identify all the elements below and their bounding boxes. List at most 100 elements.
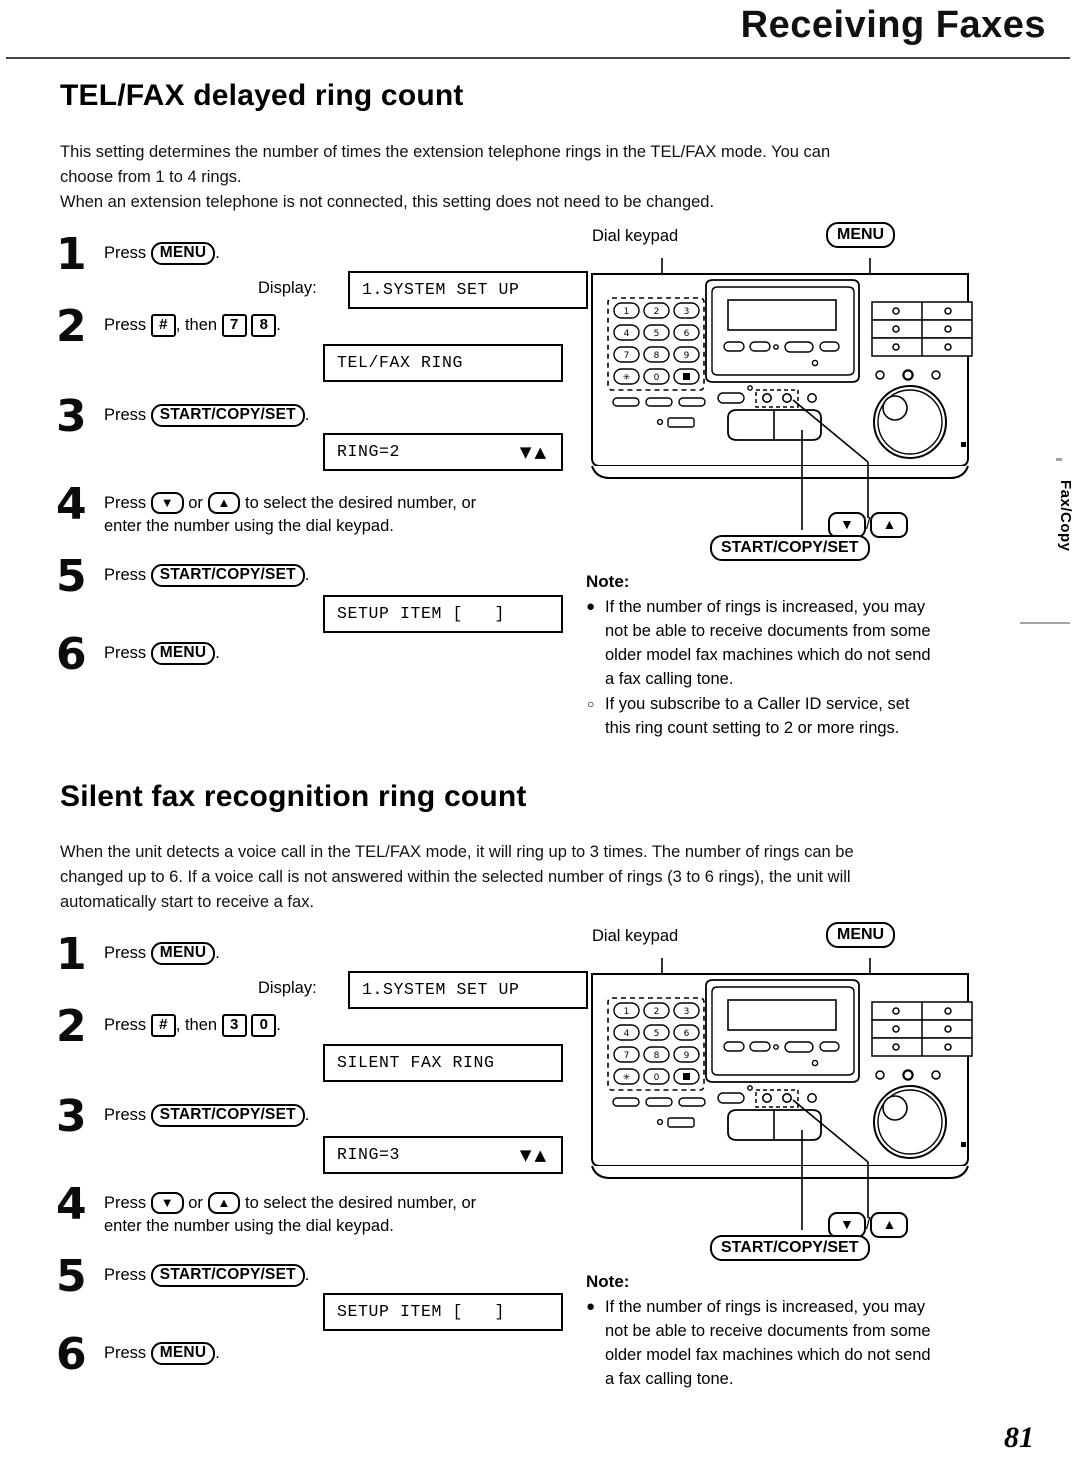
- down-arrow-key[interactable]: ▼: [150, 1192, 184, 1214]
- lcd-display-system-setup-2: 1.SYSTEM SET UP: [348, 971, 588, 1009]
- up-arrow-key[interactable]: ▲: [207, 1192, 241, 1214]
- period: .: [215, 1344, 220, 1362]
- period: .: [276, 1016, 281, 1034]
- start-copy-set-key[interactable]: START/COPY/SET: [150, 404, 305, 427]
- menu-callout: MENU: [826, 222, 896, 248]
- menu-key[interactable]: MENU: [150, 942, 216, 965]
- menu-callout-label: MENU: [826, 222, 896, 248]
- menu-key[interactable]: MENU: [150, 242, 216, 265]
- intro-line: This setting determines the number of ti…: [60, 143, 831, 161]
- then-word: , then: [175, 316, 218, 334]
- intro-line: changed up to 6. If a voice call is not …: [60, 868, 851, 886]
- step-6: 6 Press MENU.: [56, 633, 556, 686]
- menu-key[interactable]: MENU: [150, 642, 216, 665]
- jog-dial: [873, 385, 947, 459]
- svg-text:✳: ✳: [623, 1073, 631, 1083]
- start-copy-set-callout-label: START/COPY/SET: [710, 1235, 870, 1261]
- step-number: 2: [56, 1001, 87, 1052]
- press-word: Press: [104, 1266, 147, 1284]
- lcd-display-setup-item-2: SETUP ITEM [ ]: [323, 1293, 563, 1331]
- press-word: Press: [104, 1016, 147, 1034]
- indicator-led: [811, 359, 819, 367]
- note-line: not be able to receive documents from so…: [605, 1322, 931, 1340]
- unit-front-lip: [591, 1165, 969, 1179]
- start-copy-set-key[interactable]: START/COPY/SET: [150, 1264, 305, 1287]
- start-copy-set-key[interactable]: START/COPY/SET: [150, 1104, 305, 1127]
- period: .: [215, 244, 220, 262]
- menu-callout: MENU: [826, 922, 896, 948]
- section-intro-1: This setting determines the number of ti…: [60, 140, 830, 215]
- small-marker: [961, 442, 966, 447]
- lcd-display-ring-value-1: ▼▲ RING=2: [323, 433, 563, 471]
- digit-key-8[interactable]: 8: [251, 314, 277, 337]
- start-copy-set-callout: START/COPY/SET: [710, 1235, 870, 1261]
- step-number: 3: [56, 391, 87, 442]
- lcd-display-ring-value-2: ▼▲ RING=3: [323, 1136, 563, 1174]
- lcd-screen: [727, 299, 837, 331]
- step-4: 4 Press ▼ or ▲ to select the desired num…: [56, 1183, 556, 1262]
- up-arrow-button: [782, 393, 793, 404]
- hash-key[interactable]: #: [150, 314, 176, 337]
- down-arrow-key[interactable]: ▼: [150, 492, 184, 514]
- dial-keypad-callout: Dial keypad: [592, 227, 679, 245]
- period: .: [276, 316, 281, 334]
- press-word: Press: [104, 1194, 147, 1212]
- step-number: 4: [56, 479, 87, 530]
- lcd-display-setup-item-1: SETUP ITEM [ ]: [323, 595, 563, 633]
- lcd-arrow-indicators: ▼▲: [519, 1146, 549, 1164]
- one-touch-key-bank: [871, 301, 973, 357]
- lcd-display-telfax-ring: TEL/FAX RING: [323, 344, 563, 382]
- press-word: Press: [104, 1344, 147, 1362]
- lcd-display-system-setup-1: 1.SYSTEM SET UP: [348, 271, 588, 309]
- bullet-filled-icon: ●: [586, 1298, 596, 1315]
- note-item: ● If the number of rings is increased, y…: [586, 595, 986, 691]
- note-title: Note:: [586, 1272, 630, 1291]
- note-line: this ring count setting to 2 or more rin…: [605, 719, 900, 737]
- intro-line: automatically start to receive a fax.: [60, 893, 315, 911]
- period: .: [304, 1106, 310, 1124]
- svg-text:2: 2: [654, 307, 660, 317]
- small-marker: [961, 1142, 966, 1147]
- press-word: Press: [104, 316, 147, 334]
- press-word: Press: [104, 494, 147, 512]
- menu-key[interactable]: MENU: [150, 1342, 216, 1365]
- lcd-screen: [727, 999, 837, 1031]
- lcd-arrow-indicators: ▼▲: [519, 443, 549, 461]
- bullet-hollow-icon: ○: [587, 697, 595, 711]
- step-number: 3: [56, 1091, 87, 1142]
- step-text: Press START/COPY/SET.: [104, 562, 556, 587]
- fax-machine-diagram-2: 123 456 789 ✳ 0 Dial keypad MENU ▼ / ▲ S…: [580, 922, 980, 1261]
- step-text-tail: to select the desired number, or: [244, 494, 477, 512]
- or-word: or: [188, 1194, 203, 1212]
- page-number: 81: [1004, 1421, 1034, 1454]
- step-number: 5: [56, 551, 87, 602]
- svg-text:1: 1: [624, 307, 630, 317]
- press-word: Press: [104, 566, 147, 584]
- svg-text:4: 4: [624, 1029, 630, 1039]
- step-text: Press START/COPY/SET.: [104, 402, 556, 427]
- step-text: Press MENU.: [104, 1340, 556, 1365]
- scan-artifact: [1020, 622, 1070, 624]
- up-arrow-key[interactable]: ▲: [207, 492, 241, 514]
- step-number: 6: [56, 1329, 87, 1380]
- hash-key[interactable]: #: [150, 1014, 176, 1037]
- intro-line: When an extension telephone is not conne…: [60, 193, 715, 211]
- digit-key-3[interactable]: 3: [221, 1014, 247, 1037]
- up-arrow-button: [782, 1093, 793, 1104]
- svg-text:0: 0: [654, 1073, 660, 1083]
- dial-keypad-callout: Dial keypad: [592, 927, 679, 945]
- svg-text:2: 2: [654, 1007, 660, 1017]
- svg-text:8: 8: [654, 351, 660, 361]
- svg-text:9: 9: [684, 351, 690, 361]
- lcd-text: RING=3: [337, 1145, 401, 1164]
- start-copy-set-key[interactable]: START/COPY/SET: [150, 564, 305, 587]
- digit-key-7[interactable]: 7: [221, 314, 247, 337]
- step-text: Press MENU.: [104, 640, 556, 665]
- svg-text:3: 3: [684, 1007, 690, 1017]
- indicator-led: [811, 1059, 819, 1067]
- digit-key-0[interactable]: 0: [251, 1014, 277, 1037]
- svg-text:8: 8: [654, 1051, 660, 1061]
- step-number: 1: [56, 929, 87, 980]
- page-title: Receiving Faxes: [740, 4, 1046, 46]
- lcd-text: TEL/FAX RING: [337, 353, 464, 372]
